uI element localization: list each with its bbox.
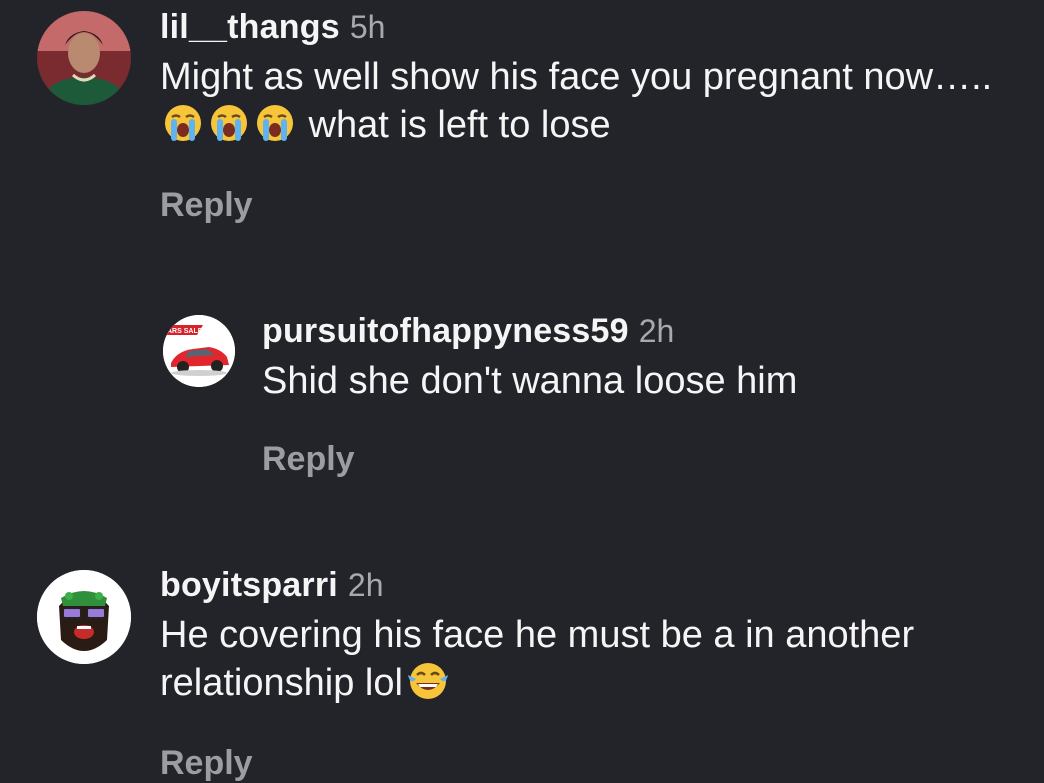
comment-2: ARS SALES pursuitofhappyness59 2h Shid sh… xyxy=(0,300,1044,500)
comment-text-part: what is left to lose xyxy=(298,104,611,146)
comment-timestamp: 2h xyxy=(347,567,384,603)
comment-timestamp: 5h xyxy=(349,9,386,45)
profile-photo-icon xyxy=(37,11,131,105)
avatar-banner-text: ARS SALES xyxy=(167,328,207,335)
reply-button[interactable]: Reply xyxy=(160,744,253,783)
avatar[interactable] xyxy=(37,570,131,664)
avatar[interactable]: ARS SALES xyxy=(163,315,235,387)
comment-text: He covering his face he must be a in ano… xyxy=(160,611,1030,713)
comment-1: lil__thangs 5h Might as well show his fac… xyxy=(0,0,1044,250)
reply-button[interactable]: Reply xyxy=(160,186,253,225)
avatar[interactable] xyxy=(37,11,131,105)
comment-3: boyitsparri 2h He covering his face he mu… xyxy=(0,560,1044,783)
comment-text: Shid she don't wanna loose him xyxy=(262,360,798,402)
loudly-crying-face-icon xyxy=(163,103,203,155)
comment-text: Might as well show his face you pregnant… xyxy=(160,53,1020,155)
loudly-crying-face-icon xyxy=(209,103,249,155)
comment-timestamp: 2h xyxy=(638,313,675,349)
reply-button[interactable]: Reply xyxy=(262,440,355,479)
comment-text-part: He covering his face he must be a in ano… xyxy=(160,614,915,704)
cartoon-bearded-man-icon xyxy=(37,570,131,664)
face-with-tears-of-joy-icon xyxy=(406,661,450,713)
comment-text-part: Might as well show his face you pregnant… xyxy=(160,56,993,98)
red-car-logo-icon: ARS SALES xyxy=(163,315,235,387)
comment-username[interactable]: boyitsparri xyxy=(160,566,338,604)
comment-username[interactable]: lil__thangs xyxy=(160,8,340,46)
comment-username[interactable]: pursuitofhappyness59 xyxy=(262,312,629,350)
loudly-crying-face-icon xyxy=(255,103,295,155)
